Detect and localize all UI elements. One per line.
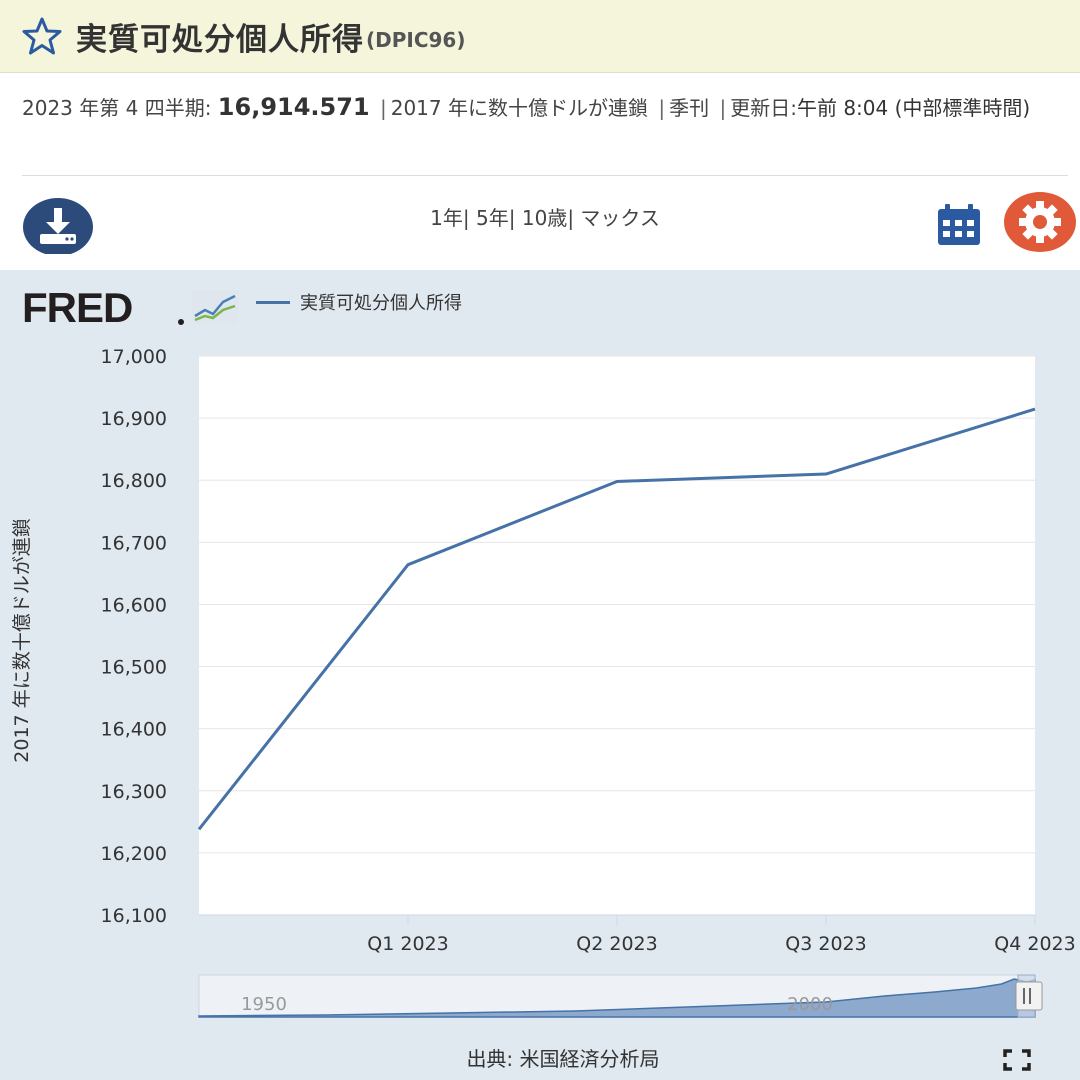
plot-area: [199, 356, 1035, 915]
y-tick-label: 16,100: [101, 905, 167, 927]
latest-value: 16,914.571: [217, 93, 370, 121]
date-range-selector: 1年| 5年| 10歳| マックス: [430, 206, 660, 230]
period-label: 2023 年第 4 四半期:: [22, 96, 212, 120]
y-tick-label: 16,500: [101, 657, 167, 679]
y-tick-label: 16,700: [101, 532, 167, 554]
updated-time: 午前 8:04 (中部標準時間): [796, 96, 1031, 120]
star-outline-icon[interactable]: [22, 16, 62, 56]
series-title: 実質可処分個人所得: [76, 21, 364, 58]
y-tick-label: 16,300: [101, 781, 167, 803]
range-10y[interactable]: 10歳: [522, 206, 567, 230]
range-max[interactable]: マックス: [580, 206, 659, 230]
navigator-label: 2000: [787, 994, 833, 1015]
series-id: (DPIC96): [366, 28, 466, 52]
fullscreen-icon: [1003, 1049, 1031, 1071]
y-tick-label: 16,900: [101, 408, 167, 430]
calendar-icon: [938, 204, 980, 245]
divider: [22, 175, 1068, 176]
x-tick-label: Q3 2023: [785, 933, 866, 955]
x-tick-label: Q2 2023: [576, 933, 657, 955]
toolbar: 1年| 5年| 10歳| マックス: [0, 190, 1080, 262]
source-note: 出典: 米国経済分析局: [466, 1047, 660, 1071]
y-axis-title: 2017 年に数十億ドルが連鎖: [11, 518, 33, 762]
fullscreen-button[interactable]: [1002, 1048, 1032, 1072]
calendar-button[interactable]: [935, 200, 983, 248]
y-tick-label: 16,400: [101, 719, 167, 741]
y-tick-label: 16,200: [101, 843, 167, 865]
y-tick-label: 17,000: [101, 346, 167, 368]
header: 実質可処分個人所得 (DPIC96): [0, 0, 1080, 73]
y-tick-label: 16,600: [101, 594, 167, 616]
range-5y[interactable]: 5年: [476, 206, 509, 230]
series-meta: 2023 年第 4 四半期: 16,914.571 | 2017 年に数十億ドルが…: [22, 93, 1031, 121]
updated-label: 更新日:: [730, 96, 797, 120]
units-label: 2017 年に数十億ドルが連鎖: [390, 96, 648, 120]
chart-panel: FRED 実質可処分個人所得 16,100 16,200 16,300 16,400 1…: [0, 270, 1080, 1080]
gear-icon: [1004, 192, 1076, 252]
chart-svg: 16,100 16,200 16,300 16,400 16,500 16,600 16,7…: [11, 346, 1076, 1018]
range-1y[interactable]: 1年: [430, 206, 463, 230]
frequency-label: 季刊: [669, 96, 710, 120]
y-tick-label: 16,800: [101, 470, 167, 492]
navigator-label: 1950: [241, 994, 287, 1015]
settings-button[interactable]: [1002, 190, 1078, 254]
x-tick-label: Q1 2023: [367, 933, 448, 955]
x-tick-label: Q4 2023: [994, 933, 1075, 955]
